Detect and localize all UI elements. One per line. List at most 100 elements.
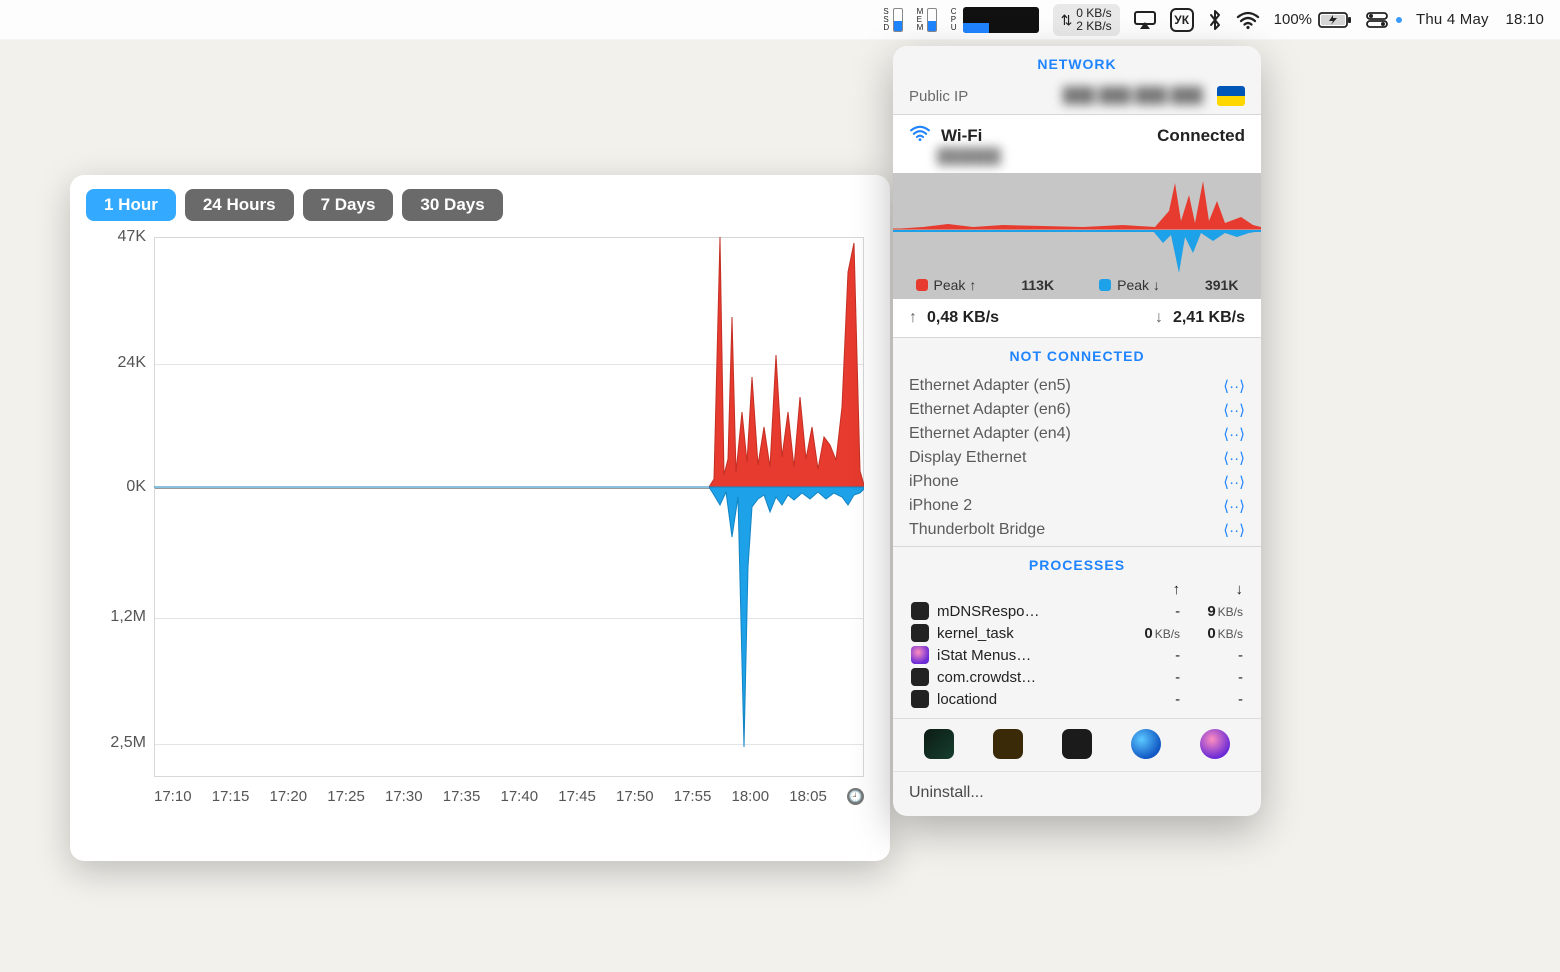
xlabel: 17:35 bbox=[443, 788, 481, 805]
not-connected-list: Ethernet Adapter (en5)⟨··⟩ Ethernet Adap… bbox=[893, 370, 1261, 546]
uninstall-link[interactable]: Uninstall... bbox=[893, 771, 1261, 816]
flag-ua-icon bbox=[1217, 86, 1245, 106]
menubar-wifi-icon[interactable] bbox=[1236, 11, 1260, 29]
tab-30-days[interactable]: 30 Days bbox=[402, 189, 502, 221]
menubar-date: Thu 4 May bbox=[1416, 11, 1489, 28]
current-speed-row: ↑ 0,48 KB/s ↓ 2,41 KB/s bbox=[893, 299, 1261, 337]
chart-svg bbox=[154, 237, 864, 777]
ylabel-zero: 0K bbox=[86, 478, 146, 496]
processes-title: PROCESSES bbox=[893, 547, 1261, 579]
app-shortcut-istat[interactable] bbox=[1200, 729, 1230, 759]
battery-icon bbox=[1318, 12, 1352, 28]
tab-7-days[interactable]: 7 Days bbox=[303, 189, 394, 221]
clock-icon[interactable]: 🕘 bbox=[847, 788, 864, 805]
wifi-icon bbox=[909, 125, 931, 146]
not-connected-title: NOT CONNECTED bbox=[893, 338, 1261, 370]
interface-row[interactable]: iPhone⟨··⟩ bbox=[893, 470, 1261, 494]
menubar-mem-meter[interactable]: MEM bbox=[917, 7, 937, 33]
xlabel: 17:10 bbox=[154, 788, 192, 805]
public-ip-label: Public IP bbox=[909, 88, 968, 105]
xlabel: 17:40 bbox=[501, 788, 539, 805]
peak-down-label: Peak ↓ bbox=[1117, 277, 1160, 293]
sync-icon: ⟨··⟩ bbox=[1223, 377, 1245, 395]
tab-1-hour[interactable]: 1 Hour bbox=[86, 189, 176, 221]
xlabel: 18:05 bbox=[789, 788, 827, 805]
process-row[interactable]: com.crowdst… - - bbox=[909, 666, 1245, 688]
sync-icon: ⟨··⟩ bbox=[1223, 521, 1245, 539]
interface-row[interactable]: iPhone 2⟨··⟩ bbox=[893, 494, 1261, 518]
cpu-mini-chart bbox=[963, 7, 1039, 33]
range-tabs: 1 Hour 24 Hours 7 Days 30 Days bbox=[86, 189, 874, 221]
menubar-input-source[interactable]: УК bbox=[1170, 8, 1194, 32]
speed-down: 2,41 KB/s bbox=[1173, 309, 1245, 327]
menubar-datetime[interactable]: Thu 4 May 18:10 bbox=[1416, 11, 1544, 28]
network-panel: NETWORK Public IP ███.███.███.███ Wi-Fi … bbox=[893, 46, 1261, 816]
sync-icon: ⟨··⟩ bbox=[1223, 473, 1245, 491]
sync-icon: ⟨··⟩ bbox=[1223, 497, 1245, 515]
peak-up-value: 113K bbox=[1021, 277, 1054, 293]
menubar-network-meter[interactable]: ⇅ 0 KB/s 2 KB/s bbox=[1053, 4, 1120, 36]
ylabel-down-max: 2,5M bbox=[86, 734, 146, 752]
down-arrow-icon: ↓ bbox=[1155, 309, 1163, 327]
sync-icon: ⟨··⟩ bbox=[1223, 425, 1245, 443]
wifi-section[interactable]: Wi-Fi Connected ██████ bbox=[893, 115, 1261, 173]
public-ip-row[interactable]: Public IP ███.███.███.███ bbox=[893, 78, 1261, 114]
menubar-control-center-icon[interactable] bbox=[1366, 12, 1402, 28]
wifi-ssid: ██████ bbox=[893, 148, 1261, 173]
menubar-battery[interactable]: 100% bbox=[1274, 11, 1352, 28]
privacy-dot-icon bbox=[1396, 17, 1402, 23]
app-shortcut-network-utility[interactable] bbox=[1131, 729, 1161, 759]
app-shortcut-console[interactable] bbox=[993, 729, 1023, 759]
xlabel: 17:50 bbox=[616, 788, 654, 805]
xlabel: 17:20 bbox=[270, 788, 308, 805]
xlabel: 17:15 bbox=[212, 788, 250, 805]
xlabel: 17:45 bbox=[558, 788, 596, 805]
xlabel: 18:00 bbox=[732, 788, 770, 805]
ylabel-down-mid: 1,2M bbox=[86, 608, 146, 626]
menubar: SSD MEM CPU ⇅ 0 KB/s 2 KB/s УК 100% Thu bbox=[0, 0, 1560, 40]
speed-up: 0,48 KB/s bbox=[927, 309, 999, 327]
ylabel-up-max: 47K bbox=[86, 228, 146, 246]
chart-plot: 47K 24K 0K 1,2M 2,5M 17:10 17:15 17:20 1… bbox=[86, 229, 874, 809]
menubar-cpu-meter[interactable]: CPU bbox=[951, 7, 1039, 33]
interface-row[interactable]: Thunderbolt Bridge⟨··⟩ bbox=[893, 518, 1261, 542]
quick-launch-row bbox=[893, 718, 1261, 771]
wifi-label: Wi-Fi bbox=[941, 126, 982, 146]
ssd-label: SSD bbox=[883, 8, 888, 32]
menubar-net-up: 0 KB/s bbox=[1076, 7, 1111, 20]
interface-row[interactable]: Display Ethernet⟨··⟩ bbox=[893, 446, 1261, 470]
interface-row[interactable]: Ethernet Adapter (en4)⟨··⟩ bbox=[893, 422, 1261, 446]
sync-icon: ⟨··⟩ bbox=[1223, 401, 1245, 419]
sync-icon: ⟨··⟩ bbox=[1223, 449, 1245, 467]
panel-title: NETWORK bbox=[893, 46, 1261, 78]
app-shortcut-terminal[interactable] bbox=[1062, 729, 1092, 759]
processes-table: ↑↓ mDNSRespo… - 9KB/s kernel_task 0KB/s … bbox=[893, 579, 1261, 718]
menubar-airplay-icon[interactable] bbox=[1134, 11, 1156, 29]
menubar-net-down: 2 KB/s bbox=[1076, 20, 1111, 33]
battery-percent: 100% bbox=[1274, 11, 1312, 28]
process-row[interactable]: locationd - - bbox=[909, 688, 1245, 710]
menubar-bluetooth-icon[interactable] bbox=[1208, 9, 1222, 31]
up-arrow-icon: ↑ bbox=[909, 309, 917, 327]
app-shortcut-activity-monitor[interactable] bbox=[924, 729, 954, 759]
tab-24-hours[interactable]: 24 Hours bbox=[185, 189, 294, 221]
menubar-ssd-meter[interactable]: SSD bbox=[883, 7, 902, 33]
xlabel: 17:55 bbox=[674, 788, 712, 805]
col-up-icon: ↑ bbox=[1119, 579, 1182, 600]
interface-row[interactable]: Ethernet Adapter (en6)⟨··⟩ bbox=[893, 398, 1261, 422]
col-down-icon: ↓ bbox=[1182, 579, 1245, 600]
ylabel-up-mid: 24K bbox=[86, 354, 146, 372]
process-row[interactable]: iStat Menus… - - bbox=[909, 644, 1245, 666]
menubar-time: 18:10 bbox=[1505, 11, 1544, 28]
public-ip-value: ███.███.███.███ bbox=[1063, 87, 1203, 104]
peak-up-label: Peak ↑ bbox=[934, 277, 977, 293]
peak-down-value: 391K bbox=[1205, 277, 1238, 293]
process-row[interactable]: mDNSRespo… - 9KB/s bbox=[909, 600, 1245, 622]
process-row[interactable]: kernel_task 0KB/s 0KB/s bbox=[909, 622, 1245, 644]
xlabel: 17:30 bbox=[385, 788, 423, 805]
interface-row[interactable]: Ethernet Adapter (en5)⟨··⟩ bbox=[893, 374, 1261, 398]
mem-label: MEM bbox=[917, 8, 923, 32]
xlabel: 17:25 bbox=[327, 788, 365, 805]
chart-x-axis: 17:10 17:15 17:20 17:25 17:30 17:35 17:4… bbox=[154, 783, 864, 809]
net-arrows-icon: ⇅ bbox=[1061, 13, 1073, 27]
